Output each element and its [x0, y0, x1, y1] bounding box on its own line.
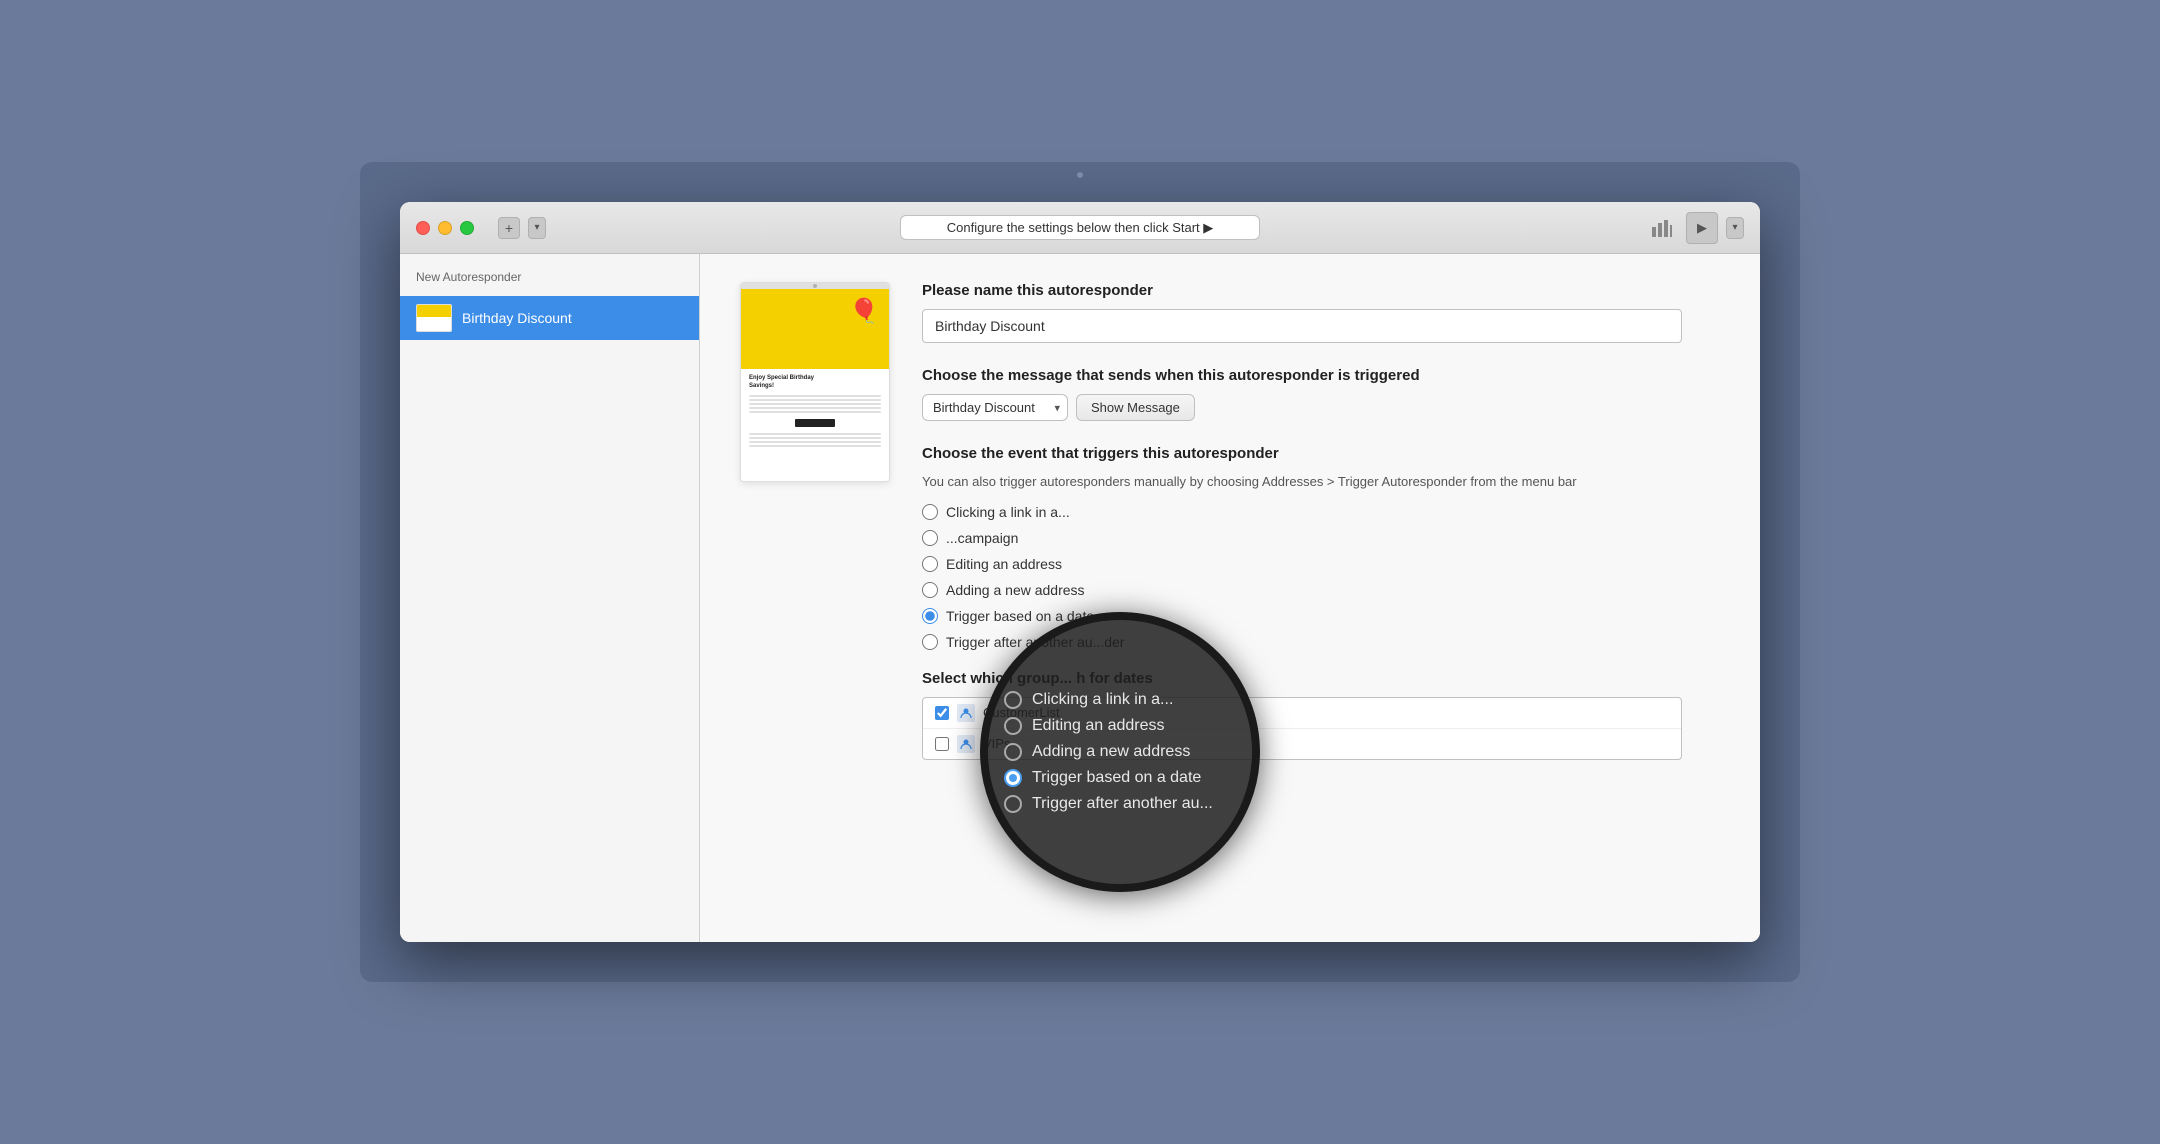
- add-button[interactable]: +: [498, 217, 520, 239]
- form-section: Please name this autoresponder Choose th…: [922, 282, 1720, 914]
- preview-enjoy-text: Enjoy Special BirthdaySavings!: [749, 375, 881, 391]
- radio-label-adding: Adding a new address: [946, 582, 1085, 598]
- preview-line-8: [749, 441, 881, 443]
- thumb-white: [417, 317, 451, 331]
- radio-list: Clicking a link in a... ...campaign Edit…: [922, 504, 1720, 650]
- title-center: [900, 215, 1260, 240]
- groups-label: Select which group... h for dates: [922, 670, 1720, 687]
- main-content: New Autoresponder Birthday Discount: [400, 254, 1760, 942]
- preview-line-3: [749, 403, 881, 405]
- maximize-button[interactable]: [460, 221, 474, 235]
- group-item-vips: VIPs: [923, 729, 1681, 759]
- right-panel: 🎈 Enjoy Special BirthdaySavings!: [700, 254, 1760, 942]
- minimize-button[interactable]: [438, 221, 452, 235]
- thumb-yellow: [417, 305, 451, 317]
- radio-item-campaign[interactable]: ...campaign: [922, 530, 1720, 546]
- window-controls: [416, 221, 474, 235]
- name-input[interactable]: [922, 309, 1682, 343]
- title-config-input[interactable]: [900, 215, 1260, 240]
- preview-line-7: [749, 437, 881, 439]
- preview-lines: [749, 395, 881, 413]
- play-button[interactable]: ▶: [1686, 212, 1718, 244]
- radio-editing[interactable]: [922, 556, 938, 572]
- preview-line-5: [749, 411, 881, 413]
- groups-box: CustomerList VIPs: [922, 697, 1682, 760]
- window-inner: New Autoresponder Birthday Discount: [400, 254, 1760, 942]
- preview-yellow-section: 🎈: [741, 289, 889, 369]
- radio-adding[interactable]: [922, 582, 938, 598]
- email-preview-body: 🎈 Enjoy Special BirthdaySavings!: [741, 289, 889, 482]
- radio-label-date: Trigger based on a date...: [946, 608, 1106, 624]
- radio-label-campaign: ...campaign: [946, 530, 1018, 546]
- radio-label-clicking-link: Clicking a link in a...: [946, 504, 1070, 520]
- message-select-wrapper: Birthday Discount ▾: [922, 394, 1068, 421]
- email-preview-dot: [813, 284, 817, 288]
- preview-bottom-lines: [749, 433, 881, 447]
- radio-item-another[interactable]: Trigger after another au...der: [922, 634, 1720, 650]
- radio-date[interactable]: [922, 608, 938, 624]
- main-window: + ▾ ▶ ▾: [400, 202, 1760, 942]
- sidebar-item-birthday-discount[interactable]: Birthday Discount: [400, 296, 699, 340]
- sidebar-thumbnail: [416, 304, 452, 332]
- preview-line-9: [749, 445, 881, 447]
- play-dropdown-button[interactable]: ▾: [1726, 217, 1744, 239]
- group-label-customerlist: CustomerList: [983, 705, 1060, 720]
- preview-line-2: [749, 399, 881, 401]
- message-label: Choose the message that sends when this …: [922, 367, 1720, 384]
- bar-chart-icon[interactable]: [1646, 212, 1678, 244]
- group-checkbox-vips[interactable]: [935, 737, 949, 751]
- desktop: + ▾ ▶ ▾: [360, 162, 1800, 982]
- radio-item-editing[interactable]: Editing an address: [922, 556, 1720, 572]
- group-item-customerlist: CustomerList: [923, 698, 1681, 729]
- preview-shop-now-btn: [795, 419, 835, 427]
- close-button[interactable]: [416, 221, 430, 235]
- trigger-section: Choose the event that triggers this auto…: [922, 445, 1720, 650]
- desktop-indicator: [1077, 172, 1083, 178]
- sidebar-item-label: Birthday Discount: [462, 310, 572, 326]
- title-bar: + ▾ ▶ ▾: [400, 202, 1760, 254]
- preview-line-6: [749, 433, 881, 435]
- group-checkbox-customerlist[interactable]: [935, 706, 949, 720]
- radio-another[interactable]: [922, 634, 938, 650]
- radio-item-date[interactable]: Trigger based on a date...: [922, 608, 1720, 624]
- play-icon: ▶: [1697, 220, 1707, 236]
- form-group-message: Choose the message that sends when this …: [922, 367, 1720, 421]
- sidebar: New Autoresponder Birthday Discount: [400, 254, 700, 942]
- email-preview-card: 🎈 Enjoy Special BirthdaySavings!: [740, 282, 890, 482]
- preview-balloons-icon: 🎈: [849, 297, 879, 326]
- add-dropdown-button[interactable]: ▾: [528, 217, 546, 239]
- trigger-label: Choose the event that triggers this auto…: [922, 445, 1720, 462]
- radio-item-clicking-link[interactable]: Clicking a link in a...: [922, 504, 1720, 520]
- name-label: Please name this autoresponder: [922, 282, 1720, 299]
- group-icon-vips: [957, 735, 975, 753]
- show-message-button[interactable]: Show Message: [1076, 394, 1195, 421]
- groups-section: Select which group... h for dates Custom…: [922, 670, 1720, 760]
- preview-line-4: [749, 407, 881, 409]
- trigger-description: You can also trigger autoresponders manu…: [922, 472, 1720, 492]
- sidebar-title: New Autoresponder: [400, 270, 699, 296]
- email-preview: 🎈 Enjoy Special BirthdaySavings!: [740, 282, 890, 914]
- radio-campaign[interactable]: [922, 530, 938, 546]
- radio-item-adding[interactable]: Adding a new address: [922, 582, 1720, 598]
- form-group-name: Please name this autoresponder: [922, 282, 1720, 343]
- preview-line-1: [749, 395, 881, 397]
- radio-clicking-link[interactable]: [922, 504, 938, 520]
- preview-text-area: Enjoy Special BirthdaySavings!: [741, 369, 889, 455]
- message-row: Birthday Discount ▾ Show Message: [922, 394, 1720, 421]
- group-icon-customerlist: [957, 704, 975, 722]
- title-bar-right: ▶ ▾: [1646, 212, 1744, 244]
- group-label-vips: VIPs: [983, 736, 1010, 751]
- window-controls-group: + ▾: [416, 217, 546, 239]
- radio-label-another: Trigger after another au...der: [946, 634, 1124, 650]
- radio-label-editing: Editing an address: [946, 556, 1062, 572]
- message-select[interactable]: Birthday Discount: [922, 394, 1068, 421]
